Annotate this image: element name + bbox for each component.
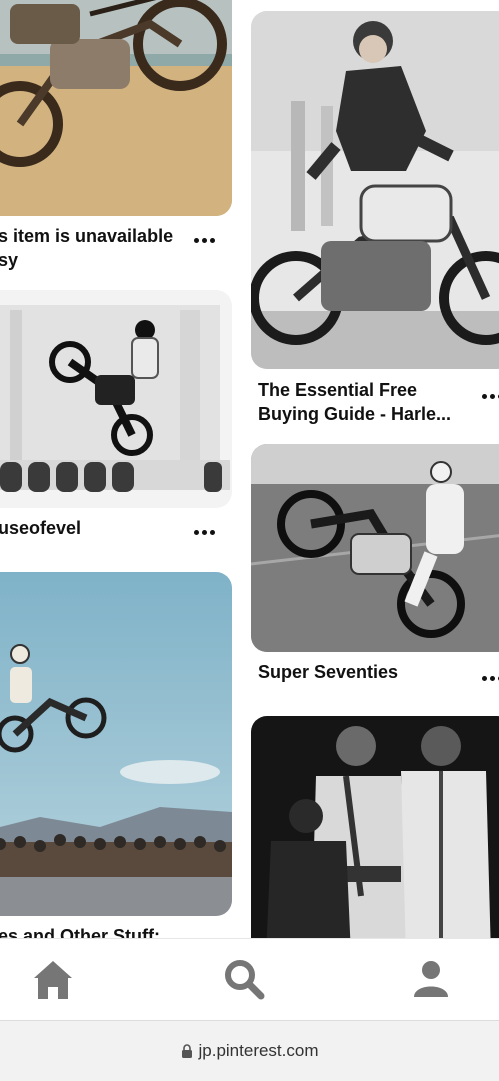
home-icon (34, 961, 72, 999)
nav-home-button[interactable] (28, 955, 78, 1005)
more-options-button[interactable] (482, 394, 499, 399)
more-options-button[interactable] (194, 530, 215, 535)
more-options-button[interactable] (482, 676, 499, 681)
photo-color-motorcycle-jump (0, 572, 232, 916)
photo-bw-motorcycle-jump (0, 290, 232, 508)
nav-search-button[interactable] (219, 955, 269, 1005)
pin-image-two-men[interactable] (251, 716, 499, 956)
dot-icon (210, 530, 215, 535)
pin-image-jump-color[interactable] (0, 572, 232, 916)
dot-icon (490, 394, 495, 399)
dot-icon (194, 530, 199, 535)
pin-image-essential[interactable] (251, 11, 499, 369)
dot-icon (194, 238, 199, 243)
photo-two-men-jumpsuits (251, 716, 499, 956)
dot-icon (490, 676, 495, 681)
url-text: jp.pinterest.com (198, 1041, 319, 1060)
photo-wheelie-bw (251, 444, 499, 652)
dot-icon (210, 238, 215, 243)
search-icon (225, 960, 265, 1000)
pin-image-jump-bw[interactable] (0, 290, 232, 508)
dot-icon (482, 394, 487, 399)
profile-icon (414, 961, 448, 997)
dot-icon (482, 676, 487, 681)
pin-title-super-seventies[interactable]: Super Seventies (258, 660, 478, 684)
photo-sepia-motorcycle (0, 0, 232, 216)
nav-profile-button[interactable] (406, 955, 456, 1005)
pin-image-moto-sepia[interactable] (0, 0, 232, 216)
photo-rider-on-harley (251, 11, 499, 369)
bottom-nav-bar (0, 938, 499, 1021)
pin-image-super-seventies[interactable] (251, 444, 499, 652)
dot-icon (202, 238, 207, 243)
more-options-button[interactable] (194, 238, 215, 243)
pin-title-jump-bw[interactable]: useofevel (0, 516, 188, 540)
pin-title-essential[interactable]: The Essential Free Buying Guide - Harle.… (258, 378, 478, 426)
pin-title-moto-sepia[interactable]: s item is unavailable sy (0, 224, 188, 272)
browser-url-bar[interactable]: jp.pinterest.com (0, 1020, 499, 1081)
dot-icon (202, 530, 207, 535)
lock-icon (181, 1044, 192, 1058)
